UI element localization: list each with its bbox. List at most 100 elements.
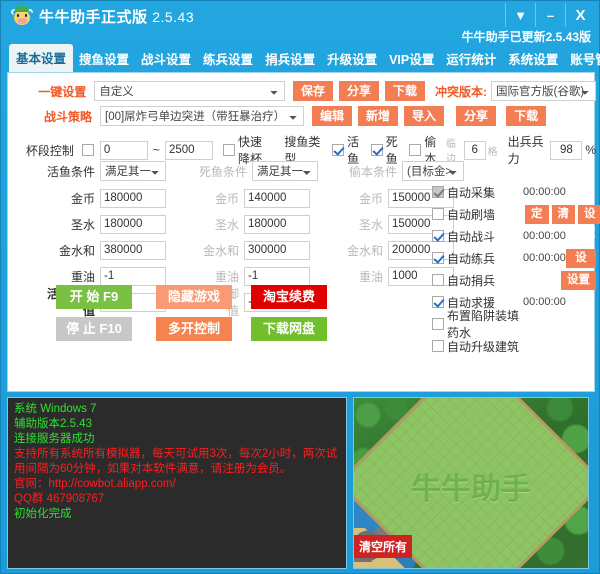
cup-range-separator: ~ bbox=[153, 143, 160, 157]
auto-task-row-3: 自动练兵00:00:00设置 bbox=[432, 247, 596, 269]
main-settings-panel: 一键设置 自定义 保存 分享 下载 冲突版本: 国际官方版(谷歌) 战斗策略 [… bbox=[7, 72, 595, 392]
onekey-share-button[interactable]: 分享 bbox=[339, 81, 379, 101]
resource-cell: 圣水 bbox=[182, 215, 310, 234]
auto-task-清空-button[interactable]: 清空 bbox=[552, 205, 576, 224]
tab-3[interactable]: 练兵设置 bbox=[197, 45, 259, 72]
auto-task-label: 自动战斗 bbox=[447, 228, 523, 245]
resource-label: 金币 bbox=[182, 190, 244, 207]
live-condition-label: 活鱼条件 bbox=[8, 163, 100, 180]
action-buttons: 开 始 F9 停 止 F10 隐藏游戏 多开控制 淘宝续费 下载网盘 QQ群：4… bbox=[8, 281, 596, 351]
resource-input[interactable] bbox=[244, 189, 310, 208]
log-line-4: 官网：http://cowbot.aliapp.com/ bbox=[14, 477, 340, 492]
tab-9[interactable]: 账号管理 bbox=[564, 45, 600, 72]
resource-label: 圣水 bbox=[326, 216, 388, 233]
resource-cell: 金币 bbox=[38, 189, 166, 208]
app-window: 牛牛助手正式版 2.5.43 ▼ – X 牛牛助手已更新2.5.43版 基本设置… bbox=[0, 0, 600, 574]
edge-input[interactable] bbox=[464, 141, 486, 160]
strategy-download-button[interactable]: 下载 bbox=[506, 106, 546, 126]
resource-cell: 金水和 bbox=[38, 241, 166, 260]
troop-power-unit: % bbox=[585, 143, 596, 157]
tab-0[interactable]: 基本设置 bbox=[9, 44, 73, 72]
onekey-select[interactable]: 自定义 bbox=[94, 81, 285, 101]
dead-condition-select[interactable]: 满足其一 bbox=[252, 161, 318, 181]
steal-condition-select[interactable]: (目标金> bbox=[402, 161, 464, 181]
troop-power-input[interactable] bbox=[550, 141, 582, 160]
auto-task-设置-button[interactable]: 设置 bbox=[578, 205, 600, 224]
auto-task-row-0: 自动采集00:00:00 bbox=[432, 181, 596, 203]
auto-task-checkbox[interactable]: 自动战斗 bbox=[432, 228, 523, 245]
tab-2[interactable]: 战斗设置 bbox=[135, 45, 197, 72]
strategy-select[interactable]: [00]屌炸弓单边突进（带狂暴治疗） bbox=[100, 106, 304, 126]
strategy-label: 战斗策略 bbox=[8, 108, 100, 125]
tab-7[interactable]: 运行统计 bbox=[440, 45, 502, 72]
resource-input[interactable] bbox=[244, 241, 310, 260]
conditions-row: 活鱼条件 满足其一 死鱼条件 满足其一 偷本条件 (目标金> bbox=[8, 161, 596, 181]
auto-task-label: 自动采集 bbox=[447, 184, 523, 201]
map-watermark: 牛牛助手 bbox=[411, 464, 531, 508]
game-preview[interactable]: 牛牛助手 清空所有 bbox=[353, 397, 589, 569]
auto-task-checkbox[interactable]: 自动刷墙 bbox=[432, 206, 523, 223]
steal-condition-label: 偷本条件 bbox=[318, 163, 402, 180]
log-line-2: 连接服务器成功 bbox=[14, 432, 340, 447]
strategy-row: 战斗策略 [00]屌炸弓单边突进（带狂暴治疗） 编辑 新增 导入 分享 下载 bbox=[8, 106, 596, 126]
auto-task-checkbox[interactable]: 自动练兵 bbox=[432, 250, 523, 267]
auto-task-label: 自动刷墙 bbox=[447, 206, 523, 223]
resource-input[interactable] bbox=[100, 215, 166, 234]
app-name-text: 牛牛助手正式版 bbox=[39, 9, 148, 26]
strategy-import-button[interactable]: 导入 bbox=[404, 106, 444, 126]
auto-task-timer: 00:00:00 bbox=[523, 252, 566, 264]
app-version-text: 2.5.43 bbox=[152, 9, 194, 25]
bottom-area: 系统 Windows 7辅助版本2.5.43连接服务器成功支持所有系统所有模拟器… bbox=[7, 397, 595, 569]
auto-task-定位-button[interactable]: 定位 bbox=[525, 205, 549, 224]
tab-5[interactable]: 升级设置 bbox=[321, 45, 383, 72]
onekey-label: 一键设置 bbox=[8, 83, 94, 100]
tab-4[interactable]: 捐兵设置 bbox=[259, 45, 321, 72]
onekey-download-button[interactable]: 下载 bbox=[385, 81, 425, 101]
log-line-5: QQ群 467908767 bbox=[14, 492, 340, 507]
resource-cell: 圣水 bbox=[38, 215, 166, 234]
resource-cell: 金水和 bbox=[182, 241, 310, 260]
hide-game-button[interactable]: 隐藏游戏 bbox=[156, 285, 232, 309]
onekey-save-button[interactable]: 保存 bbox=[293, 81, 333, 101]
page-title: 牛牛助手正式版 2.5.43 bbox=[39, 6, 194, 27]
log-line-6: 初始化完成 bbox=[14, 507, 340, 522]
log-output[interactable]: 系统 Windows 7辅助版本2.5.43连接服务器成功支持所有系统所有模拟器… bbox=[7, 397, 347, 569]
resource-row: 金币金币金币 bbox=[8, 185, 428, 211]
close-button[interactable]: X bbox=[565, 3, 595, 27]
resource-input[interactable] bbox=[244, 215, 310, 234]
auto-task-checkbox[interactable]: 自动采集 bbox=[432, 184, 523, 201]
tab-8[interactable]: 系统设置 bbox=[502, 45, 564, 72]
edge-unit: 格 bbox=[488, 143, 498, 158]
tab-6[interactable]: VIP设置 bbox=[383, 45, 440, 72]
cup-control-checkbox[interactable] bbox=[82, 144, 97, 156]
start-button[interactable]: 开 始 F9 bbox=[56, 285, 132, 309]
tab-bar: 基本设置搜鱼设置战斗设置练兵设置捐兵设置升级设置VIP设置运行统计系统设置账号管… bbox=[1, 46, 600, 72]
resource-input[interactable] bbox=[100, 189, 166, 208]
strategy-share-button[interactable]: 分享 bbox=[456, 106, 496, 126]
auto-task-设置-button[interactable]: 设置 bbox=[566, 249, 596, 268]
taobao-renew-button[interactable]: 淘宝续费 bbox=[251, 285, 327, 309]
minimize-button[interactable]: – bbox=[535, 3, 565, 27]
download-disk-button[interactable]: 下载网盘 bbox=[251, 317, 327, 341]
strategy-add-button[interactable]: 新增 bbox=[358, 106, 398, 126]
clear-all-button[interactable]: 清空所有 bbox=[354, 535, 412, 558]
resource-label: 金水和 bbox=[38, 242, 100, 259]
app-logo-cow-icon bbox=[11, 5, 33, 27]
multi-control-button[interactable]: 多开控制 bbox=[156, 317, 232, 341]
resource-input[interactable] bbox=[100, 241, 166, 260]
cup-max-input[interactable] bbox=[165, 141, 213, 160]
conflict-version-select[interactable]: 国际官方版(谷歌) bbox=[491, 81, 596, 101]
tab-1[interactable]: 搜鱼设置 bbox=[73, 45, 135, 72]
log-line-1: 辅助版本2.5.43 bbox=[14, 417, 340, 432]
live-condition-select[interactable]: 满足其一 bbox=[100, 161, 166, 181]
cup-min-input[interactable] bbox=[100, 141, 148, 160]
resource-label: 圣水 bbox=[182, 216, 244, 233]
resource-label: 金水和 bbox=[182, 242, 244, 259]
auto-task-timer: 00:00:00 bbox=[523, 186, 566, 198]
title-bar: 牛牛助手正式版 2.5.43 ▼ – X 牛牛助手已更新2.5.43版 bbox=[1, 1, 599, 31]
log-line-0: 系统 Windows 7 bbox=[14, 402, 340, 417]
resource-label: 金水和 bbox=[326, 242, 388, 259]
menu-dropdown-icon[interactable]: ▼ bbox=[505, 3, 535, 27]
strategy-edit-button[interactable]: 编辑 bbox=[312, 106, 352, 126]
stop-button[interactable]: 停 止 F10 bbox=[56, 317, 132, 341]
